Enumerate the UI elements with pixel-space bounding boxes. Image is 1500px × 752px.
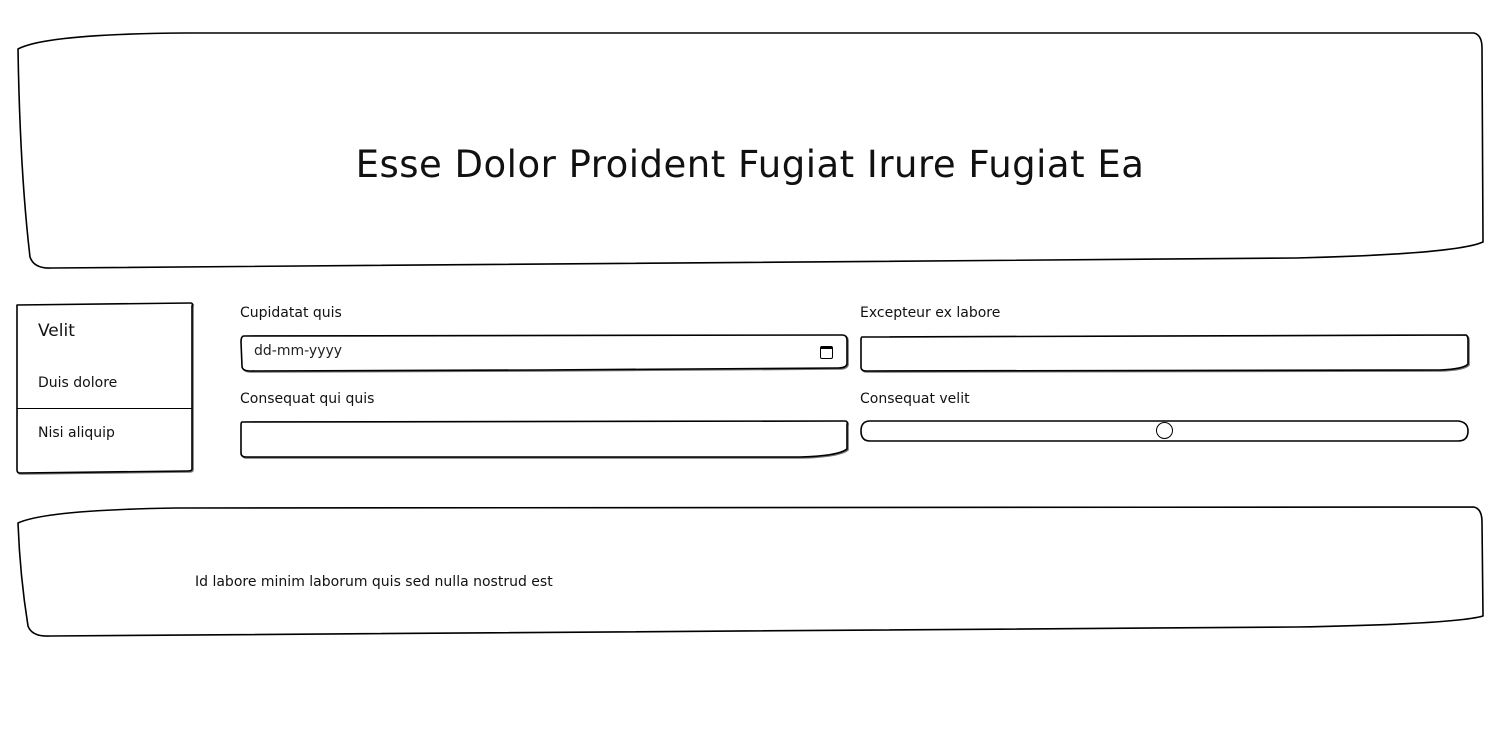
excepteur-text-input[interactable] — [860, 334, 1469, 373]
consequat-qui-text-input[interactable] — [240, 420, 849, 459]
sidebar-divider — [17, 408, 192, 409]
range-field-label: Consequat velit — [860, 391, 970, 407]
consequat-qui-input[interactable] — [240, 420, 849, 459]
sidebar-item-nisi-aliquip[interactable]: Nisi aliquip — [38, 425, 115, 441]
date-field-label: Cupidatat quis — [240, 305, 342, 321]
excepteur-field-label: Excepteur ex labore — [860, 305, 1001, 321]
slider-thumb[interactable] — [1156, 422, 1173, 439]
page-title: Esse Dolor Proident Fugiat Irure Fugiat … — [355, 142, 1145, 186]
footer-text: Id labore minim laborum quis sed nulla n… — [195, 574, 553, 590]
sidebar-title: Velit — [38, 321, 75, 341]
footer-panel — [17, 506, 1484, 637]
consequat-velit-slider[interactable] — [860, 420, 1469, 443]
date-field[interactable]: dd-mm-yyyy — [240, 334, 849, 373]
calendar-icon[interactable] — [820, 346, 833, 359]
sidebar-item-duis-dolore[interactable]: Duis dolore — [38, 375, 117, 391]
consequat-qui-field-label: Consequat qui quis — [240, 391, 375, 407]
excepteur-input[interactable] — [860, 334, 1469, 373]
date-field-outline — [240, 334, 848, 372]
